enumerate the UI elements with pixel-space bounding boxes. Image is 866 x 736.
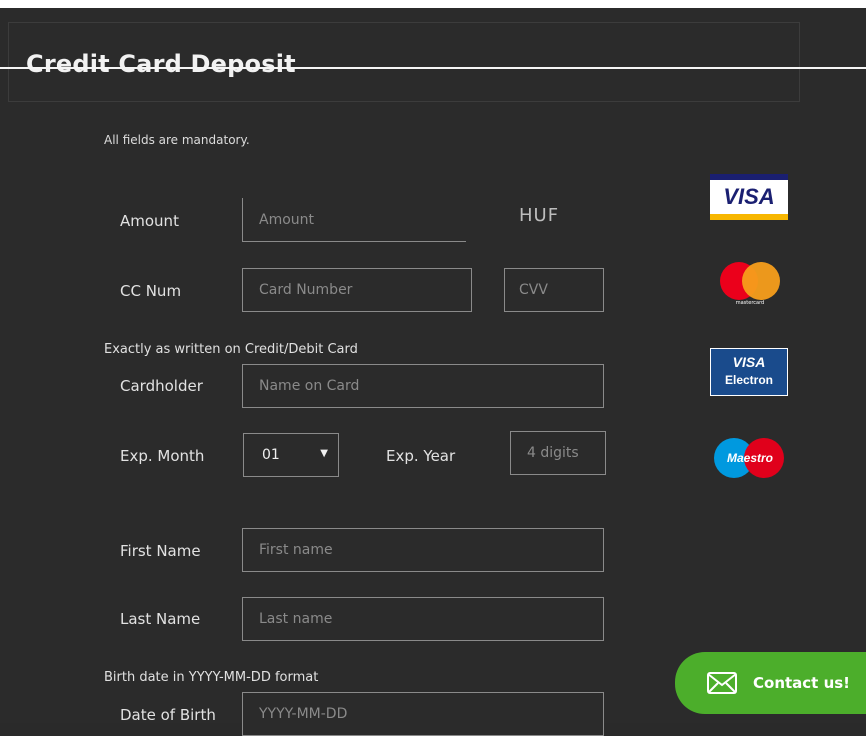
dob-placeholder: YYYY-MM-DD xyxy=(259,706,348,722)
cardholder-placeholder: Name on Card xyxy=(259,378,360,394)
card-section-heading: Exactly as written on Credit/Debit Card xyxy=(104,342,358,357)
contact-us-button[interactable]: Contact us! xyxy=(675,652,866,714)
exp-year-label: Exp. Year xyxy=(386,447,456,465)
dropdown-arrow-icon: ▼ xyxy=(320,448,328,459)
cc-num-label: CC Num xyxy=(120,282,182,300)
visa-electron-logo-icon: VISA Electron xyxy=(710,348,788,396)
last-name-input[interactable]: Last name xyxy=(242,597,604,641)
page-title: Credit Card Deposit xyxy=(26,50,296,78)
amount-input[interactable]: Amount xyxy=(242,198,466,242)
visa-logo-icon: VISA xyxy=(710,174,788,220)
cardholder-label: Cardholder xyxy=(120,377,203,395)
exp-month-value: 01 xyxy=(262,447,280,463)
mandatory-note: All fields are mandatory. xyxy=(104,133,250,147)
cvv-input[interactable]: CVV xyxy=(504,268,604,312)
dob-input[interactable]: YYYY-MM-DD xyxy=(242,692,604,736)
amount-label: Amount xyxy=(120,212,179,230)
maestro-logo-icon: Maestro xyxy=(712,436,788,480)
exp-month-select[interactable]: 01 ▼ xyxy=(243,433,339,477)
cvv-placeholder: CVV xyxy=(519,282,548,298)
header-divider xyxy=(0,67,866,69)
card-number-placeholder: Card Number xyxy=(259,282,353,298)
exp-year-input[interactable]: 4 digits xyxy=(510,431,606,475)
first-name-input[interactable]: First name xyxy=(242,528,604,572)
last-name-placeholder: Last name xyxy=(259,611,333,627)
top-strip xyxy=(0,0,866,8)
amount-placeholder: Amount xyxy=(259,211,315,228)
contact-us-label: Contact us! xyxy=(753,674,851,692)
exp-year-placeholder: 4 digits xyxy=(527,445,579,461)
card-number-input[interactable]: Card Number xyxy=(242,268,472,312)
last-name-label: Last Name xyxy=(120,610,201,628)
first-name-placeholder: First name xyxy=(259,542,333,558)
envelope-icon xyxy=(707,672,737,694)
currency-label: HUF xyxy=(519,205,560,226)
mastercard-logo-icon: mastercard xyxy=(716,262,784,306)
dob-label: Date of Birth xyxy=(120,706,216,724)
exp-month-label: Exp. Month xyxy=(120,447,205,465)
birth-section-heading: Birth date in YYYY-MM-DD format xyxy=(104,670,319,685)
first-name-label: First Name xyxy=(120,542,201,560)
cardholder-input[interactable]: Name on Card xyxy=(242,364,604,408)
